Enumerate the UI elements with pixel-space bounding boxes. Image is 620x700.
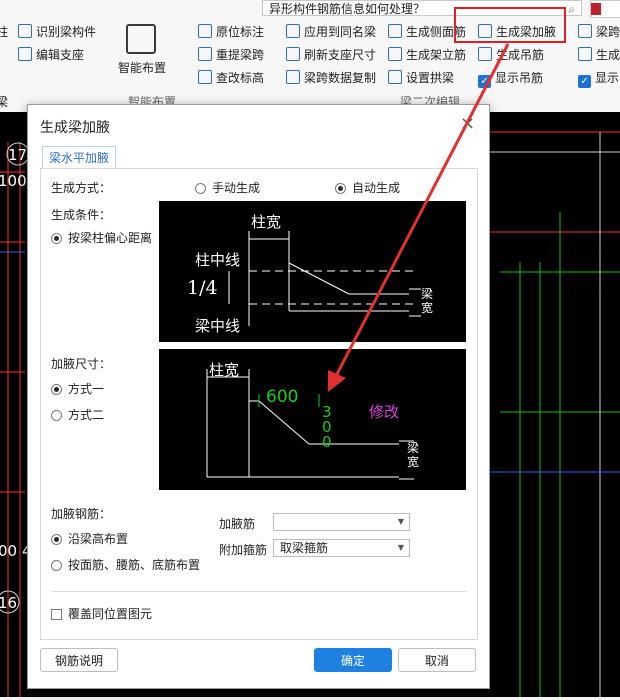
checkbox-checked-icon: ✓	[578, 75, 591, 88]
checkbox-checked-icon: ✓	[478, 75, 491, 88]
label-dim-600: 600	[266, 387, 299, 407]
rebar-help-button[interactable]: 钢筋说明	[40, 648, 118, 672]
copy-icon	[286, 70, 300, 84]
check-elevation-button[interactable]: 查改标高	[198, 68, 264, 88]
by-face-radio[interactable]: 按面筋、腰筋、底筋布置	[51, 556, 200, 573]
refresh-icon	[286, 47, 300, 61]
erect-bar-icon	[388, 47, 402, 61]
edit-support-icon	[18, 47, 32, 61]
condition-label: 生成条件：	[51, 208, 112, 222]
label-col-center: 柱中线	[195, 251, 241, 269]
label-ratio: 1/4	[187, 277, 218, 299]
edit-support-button[interactable]: 编辑支座	[18, 45, 84, 65]
gen-hanger-button[interactable]: 生成吊筋	[478, 45, 544, 65]
rebar-label: 加腋钢筋：	[51, 507, 112, 521]
chevron-down-icon: ▼	[397, 517, 404, 526]
radio-selected-icon	[51, 534, 62, 545]
identify-icon	[18, 24, 32, 38]
radio-selected-icon	[335, 183, 346, 194]
erect-bar-button[interactable]: 生成架立筋	[388, 45, 466, 65]
smart-layout-button[interactable]: 智能布置	[118, 58, 166, 78]
extra-stirrup-label: 附加箍筋	[219, 543, 268, 557]
search-icon[interactable]: ⌕	[568, 1, 575, 17]
arch-icon	[388, 70, 402, 84]
diagram-offset: 柱宽 柱中线 1/4 梁中线 梁宽	[159, 201, 466, 342]
identify-beam-button[interactable]: 识别梁构件	[18, 22, 96, 42]
refresh-support-button[interactable]: 刷新支座尺寸	[286, 45, 376, 65]
label-col-width: 柱宽	[251, 213, 282, 231]
cancel-button[interactable]: 取消	[398, 648, 476, 672]
radio-icon	[195, 183, 206, 194]
size-label: 加腋尺寸：	[51, 357, 112, 371]
re-span-icon	[198, 47, 212, 61]
ok-button[interactable]: 确定	[314, 648, 392, 672]
ribbon-toolbar: 异形构件钢筋信息如何处理？ ⌕ 柱 识别梁构件 编辑支座 梁 智能布置 智能布置 …	[0, 0, 620, 113]
arch-beam-button[interactable]: 设置拱梁	[388, 68, 454, 88]
label-note: 修改	[369, 403, 400, 421]
radio-icon	[51, 560, 62, 571]
mode1-radio[interactable]: 方式一	[51, 380, 104, 397]
diagram-mode1: 柱宽 600 300 修改 梁宽	[159, 349, 466, 490]
gen-haunch-dialog: 生成梁加腋 × 梁水平加腋 生成方式： 手动生成 自动生成 生成条件： 按梁柱偏…	[27, 104, 490, 689]
by-offset-radio[interactable]: 按梁柱偏心距离	[51, 229, 152, 246]
chevron-down-icon: ▼	[397, 543, 404, 552]
beam-span-button[interactable]: 梁跨	[578, 22, 620, 42]
highlight-box	[454, 7, 566, 43]
show-checkbox-cut[interactable]: ✓ 显示	[578, 68, 619, 88]
divider	[51, 591, 467, 592]
haunch-bar-select[interactable]: ▼	[273, 513, 410, 531]
dialog-title: 生成梁加腋	[40, 120, 110, 136]
gen-icon	[578, 47, 592, 61]
label-beam-width: 梁宽	[421, 287, 434, 315]
span-copy-button[interactable]: 梁跨数据复制	[286, 68, 376, 88]
tab-horizontal-haunch[interactable]: 梁水平加腋	[42, 146, 116, 169]
axis-number: 00	[0, 542, 18, 560]
checkbox-icon	[51, 609, 62, 620]
label-dim-300: 300	[322, 403, 332, 451]
mode2-radio[interactable]: 方式二	[51, 406, 104, 423]
apply-same-name-button[interactable]: 应用到同名梁	[286, 22, 376, 42]
avatar	[591, 3, 601, 15]
side-bar-icon	[388, 24, 402, 38]
axis-number: 100	[0, 172, 27, 190]
user-area[interactable]	[590, 0, 620, 18]
axis-number: 16	[0, 594, 18, 612]
check-elev-icon	[198, 70, 212, 84]
label-beam-center: 梁中线	[195, 317, 241, 335]
smart-layout-icon[interactable]	[126, 24, 156, 54]
close-icon[interactable]: ×	[460, 113, 475, 134]
auto-radio[interactable]: 自动生成	[335, 179, 400, 196]
along-height-radio[interactable]: 沿梁高布置	[51, 530, 128, 547]
overwrite-checkbox[interactable]: 覆盖同位置图元	[51, 605, 152, 622]
extra-stirrup-select[interactable]: 取梁箍筋 ▼	[273, 539, 410, 557]
gen-mode-label: 生成方式：	[51, 181, 112, 195]
label-col-width: 柱宽	[209, 361, 240, 379]
haunch-bar-label: 加腋筋	[219, 517, 256, 531]
re-beam-span-button[interactable]: 重提梁跨	[198, 45, 264, 65]
origin-mark-button[interactable]: 原位标注	[198, 22, 264, 42]
ribbon-cut-left-2: 梁	[0, 95, 9, 109]
show-hanger-checkbox[interactable]: ✓ 显示吊筋	[478, 68, 543, 88]
origin-mark-icon	[198, 24, 212, 38]
manual-radio[interactable]: 手动生成	[195, 179, 260, 196]
axis-number: 17	[8, 146, 28, 164]
label-beam-width: 梁宽	[407, 441, 420, 469]
apply-icon	[286, 24, 300, 38]
hanger-icon	[478, 47, 492, 61]
radio-selected-icon	[51, 384, 62, 395]
span-icon	[578, 24, 592, 38]
radio-icon	[51, 410, 62, 421]
radio-selected-icon	[51, 233, 62, 244]
gen-button-cut[interactable]: 生成	[578, 45, 620, 65]
ribbon-cut-left-1[interactable]: 柱	[0, 22, 8, 42]
